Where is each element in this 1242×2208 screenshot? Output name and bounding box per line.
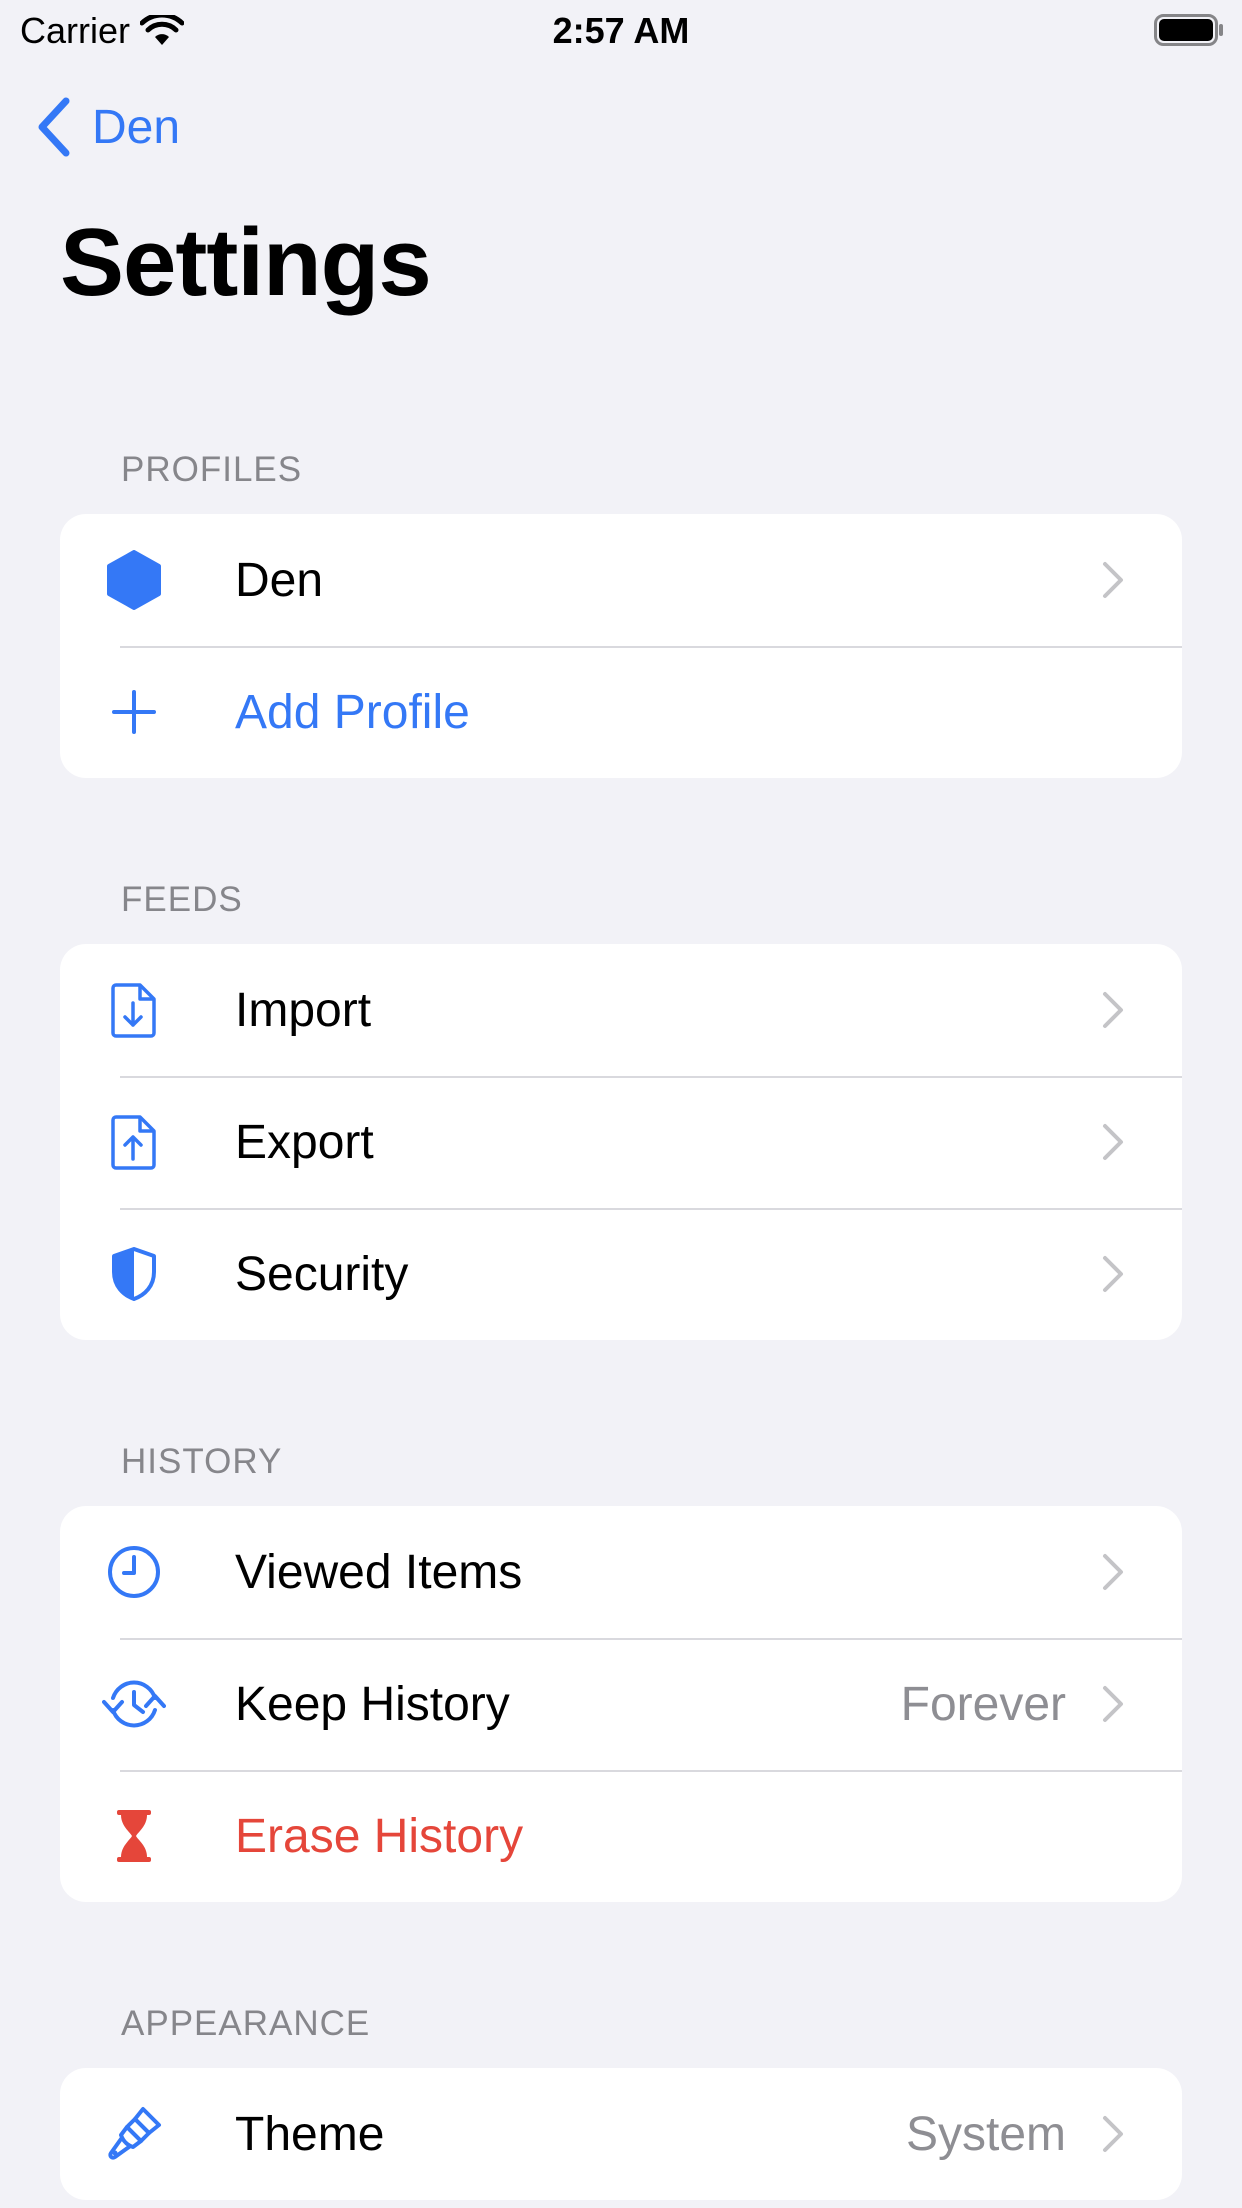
security-row[interactable]: Security [60,1208,1182,1340]
section-header-appearance: APPEARANCE [121,2004,371,2043]
theme-row[interactable]: Theme System [60,2068,1182,2200]
export-row[interactable]: Export [60,1076,1182,1208]
clock-icon [102,1540,166,1604]
hourglass-icon [102,1804,166,1868]
section-header-feeds: FEEDS [121,880,243,919]
battery-icon [1154,14,1223,46]
viewed-items-row[interactable]: Viewed Items [60,1506,1182,1638]
back-button[interactable]: Den [36,92,180,162]
theme-label: Theme [235,2107,385,2161]
erase-history-label: Erase History [235,1809,524,1863]
chevron-right-icon [1103,1124,1123,1160]
chevron-right-icon [1103,1554,1123,1590]
add-profile-label: Add Profile [235,685,470,739]
plus-icon [102,680,166,744]
profiles-group: Den Add Profile [60,514,1182,778]
profile-label: Den [235,553,324,607]
status-bar: Carrier 2:57 AM [0,0,1242,62]
import-label: Import [235,983,372,1037]
back-button-label: Den [92,100,181,154]
feeds-group: Import Export Security [60,944,1182,1340]
theme-value: System [905,2107,1066,2161]
keep-history-row[interactable]: Keep History Forever [60,1638,1182,1770]
document-import-icon [102,978,166,1042]
profile-row-den[interactable]: Den [60,514,1182,646]
add-profile-button[interactable]: Add Profile [60,646,1182,778]
page-title: Settings [60,209,432,316]
document-export-icon [102,1110,166,1174]
security-label: Security [235,1247,409,1301]
import-row[interactable]: Import [60,944,1182,1076]
keep-history-label: Keep History [235,1677,510,1731]
section-header-history: HISTORY [121,1442,283,1481]
export-label: Export [235,1115,374,1169]
viewed-items-label: Viewed Items [235,1545,523,1599]
chevron-right-icon [1103,1256,1123,1292]
appearance-group: Theme System [60,2068,1182,2200]
hexagon-icon [102,548,166,612]
keep-history-value: Forever [900,1677,1066,1731]
erase-history-button[interactable]: Erase History [60,1770,1182,1902]
chevron-right-icon [1103,2116,1123,2152]
chevron-right-icon [1103,1686,1123,1722]
chevron-right-icon [1103,992,1123,1028]
chevron-left-icon [38,97,70,157]
section-header-profiles: PROFILES [121,450,303,489]
status-time: 2:57 AM [552,10,690,51]
paintbrush-icon [102,2102,166,2166]
history-group: Viewed Items Keep History Forever Erase … [60,1506,1182,1902]
clock-arrows-icon [102,1672,166,1736]
chevron-right-icon [1103,562,1123,598]
shield-icon [102,1242,166,1306]
